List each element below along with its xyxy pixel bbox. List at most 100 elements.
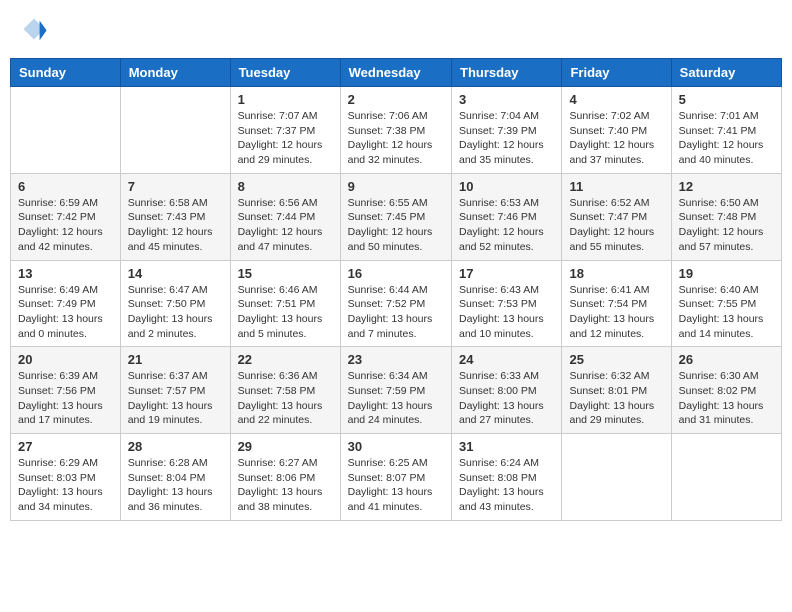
calendar-cell: 4 Sunrise: 7:02 AM Sunset: 7:40 PM Daylig… xyxy=(562,87,671,174)
day-number: 4 xyxy=(569,92,663,107)
day-info: Sunrise: 7:07 AM Sunset: 7:37 PM Dayligh… xyxy=(238,109,333,168)
calendar-cell xyxy=(562,434,671,521)
calendar-cell: 1 Sunrise: 7:07 AM Sunset: 7:37 PM Daylig… xyxy=(230,87,340,174)
day-number: 13 xyxy=(18,266,113,281)
calendar-cell: 18Sunrise: 6:41 AM Sunset: 7:54 PM Dayli… xyxy=(562,260,671,347)
weekday-header-thursday: Thursday xyxy=(452,59,562,87)
calendar-cell: 10 Sunrise: 6:53 AM Sunset: 7:46 PM Dayli… xyxy=(452,173,562,260)
day-info: Sunrise: 6:56 AM Sunset: 7:44 PM Dayligh… xyxy=(238,196,333,255)
day-number: 5 xyxy=(679,92,774,107)
day-info: Sunrise: 6:29 AM Sunset: 8:03 PM Dayligh… xyxy=(18,456,113,515)
calendar-cell: 16 Sunrise: 6:44 AM Sunset: 7:52 PM Dayli… xyxy=(340,260,451,347)
day-number: 19 xyxy=(679,266,774,281)
day-number: 28 xyxy=(128,439,223,454)
calendar-cell: 2 Sunrise: 7:06 AM Sunset: 7:38 PM Daylig… xyxy=(340,87,451,174)
weekday-header-wednesday: Wednesday xyxy=(340,59,451,87)
weekday-header-tuesday: Tuesday xyxy=(230,59,340,87)
day-info: Sunrise: 6:24 AM Sunset: 8:08 PM Dayligh… xyxy=(459,456,554,515)
day-number: 10 xyxy=(459,179,554,194)
day-number: 7 xyxy=(128,179,223,194)
day-number: 27 xyxy=(18,439,113,454)
calendar-cell: 11 Sunrise: 6:52 AM Sunset: 7:47 PM Dayli… xyxy=(562,173,671,260)
calendar-cell: 6 Sunrise: 6:59 AM Sunset: 7:42 PM Daylig… xyxy=(11,173,121,260)
day-info: Sunrise: 6:53 AM Sunset: 7:46 PM Dayligh… xyxy=(459,196,554,255)
day-number: 30 xyxy=(348,439,444,454)
calendar-cell: 15Sunrise: 6:46 AM Sunset: 7:51 PM Dayli… xyxy=(230,260,340,347)
day-number: 6 xyxy=(18,179,113,194)
day-number: 11 xyxy=(569,179,663,194)
day-number: 1 xyxy=(238,92,333,107)
calendar-cell: 23Sunrise: 6:34 AM Sunset: 7:59 PM Dayli… xyxy=(340,347,451,434)
weekday-header-saturday: Saturday xyxy=(671,59,781,87)
calendar-cell: 19 Sunrise: 6:40 AM Sunset: 7:55 PM Dayli… xyxy=(671,260,781,347)
logo-icon xyxy=(20,15,48,43)
calendar-cell: 30 Sunrise: 6:25 AM Sunset: 8:07 PM Dayli… xyxy=(340,434,451,521)
calendar-cell: 24Sunrise: 6:33 AM Sunset: 8:00 PM Dayli… xyxy=(452,347,562,434)
day-number: 20 xyxy=(18,352,113,367)
calendar-cell xyxy=(120,87,230,174)
page-header xyxy=(10,10,782,48)
calendar-cell: 25 Sunrise: 6:32 AM Sunset: 8:01 PM Dayli… xyxy=(562,347,671,434)
calendar-cell: 29 Sunrise: 6:27 AM Sunset: 8:06 PM Dayli… xyxy=(230,434,340,521)
weekday-header-friday: Friday xyxy=(562,59,671,87)
day-info: Sunrise: 6:39 AM Sunset: 7:56 PM Dayligh… xyxy=(18,369,113,428)
calendar-cell: 20 Sunrise: 6:39 AM Sunset: 7:56 PM Dayli… xyxy=(11,347,121,434)
day-info: Sunrise: 6:25 AM Sunset: 8:07 PM Dayligh… xyxy=(348,456,444,515)
day-number: 15 xyxy=(238,266,333,281)
calendar-cell: 26 Sunrise: 6:30 AM Sunset: 8:02 PM Dayli… xyxy=(671,347,781,434)
day-info: Sunrise: 6:40 AM Sunset: 7:55 PM Dayligh… xyxy=(679,283,774,342)
day-number: 26 xyxy=(679,352,774,367)
calendar-cell: 8 Sunrise: 6:56 AM Sunset: 7:44 PM Daylig… xyxy=(230,173,340,260)
day-info: Sunrise: 6:28 AM Sunset: 8:04 PM Dayligh… xyxy=(128,456,223,515)
calendar-cell: 21Sunrise: 6:37 AM Sunset: 7:57 PM Dayli… xyxy=(120,347,230,434)
day-info: Sunrise: 7:06 AM Sunset: 7:38 PM Dayligh… xyxy=(348,109,444,168)
calendar-cell: 7 Sunrise: 6:58 AM Sunset: 7:43 PM Daylig… xyxy=(120,173,230,260)
day-number: 12 xyxy=(679,179,774,194)
day-info: Sunrise: 6:36 AM Sunset: 7:58 PM Dayligh… xyxy=(238,369,333,428)
day-info: Sunrise: 6:33 AM Sunset: 8:00 PM Dayligh… xyxy=(459,369,554,428)
calendar-cell xyxy=(671,434,781,521)
weekday-header-row: SundayMondayTuesdayWednesdayThursdayFrid… xyxy=(11,59,782,87)
day-info: Sunrise: 7:04 AM Sunset: 7:39 PM Dayligh… xyxy=(459,109,554,168)
day-info: Sunrise: 6:41 AM Sunset: 7:54 PM Dayligh… xyxy=(569,283,663,342)
week-row-4: 20 Sunrise: 6:39 AM Sunset: 7:56 PM Dayli… xyxy=(11,347,782,434)
day-info: Sunrise: 6:32 AM Sunset: 8:01 PM Dayligh… xyxy=(569,369,663,428)
week-row-2: 6 Sunrise: 6:59 AM Sunset: 7:42 PM Daylig… xyxy=(11,173,782,260)
day-info: Sunrise: 7:01 AM Sunset: 7:41 PM Dayligh… xyxy=(679,109,774,168)
calendar-cell: 27 Sunrise: 6:29 AM Sunset: 8:03 PM Dayli… xyxy=(11,434,121,521)
day-number: 17 xyxy=(459,266,554,281)
weekday-header-monday: Monday xyxy=(120,59,230,87)
calendar-cell: 28 Sunrise: 6:28 AM Sunset: 8:04 PM Dayli… xyxy=(120,434,230,521)
week-row-5: 27 Sunrise: 6:29 AM Sunset: 8:03 PM Dayli… xyxy=(11,434,782,521)
day-number: 16 xyxy=(348,266,444,281)
day-info: Sunrise: 6:27 AM Sunset: 8:06 PM Dayligh… xyxy=(238,456,333,515)
day-number: 31 xyxy=(459,439,554,454)
day-number: 22 xyxy=(238,352,333,367)
day-info: Sunrise: 6:37 AM Sunset: 7:57 PM Dayligh… xyxy=(128,369,223,428)
calendar-cell xyxy=(11,87,121,174)
calendar-cell: 14Sunrise: 6:47 AM Sunset: 7:50 PM Dayli… xyxy=(120,260,230,347)
calendar-cell: 9 Sunrise: 6:55 AM Sunset: 7:45 PM Daylig… xyxy=(340,173,451,260)
day-number: 9 xyxy=(348,179,444,194)
day-number: 3 xyxy=(459,92,554,107)
day-info: Sunrise: 6:49 AM Sunset: 7:49 PM Dayligh… xyxy=(18,283,113,342)
day-info: Sunrise: 6:52 AM Sunset: 7:47 PM Dayligh… xyxy=(569,196,663,255)
day-info: Sunrise: 6:43 AM Sunset: 7:53 PM Dayligh… xyxy=(459,283,554,342)
day-info: Sunrise: 6:44 AM Sunset: 7:52 PM Dayligh… xyxy=(348,283,444,342)
weekday-header-sunday: Sunday xyxy=(11,59,121,87)
calendar-cell: 22 Sunrise: 6:36 AM Sunset: 7:58 PM Dayli… xyxy=(230,347,340,434)
day-number: 8 xyxy=(238,179,333,194)
day-info: Sunrise: 6:59 AM Sunset: 7:42 PM Dayligh… xyxy=(18,196,113,255)
day-number: 29 xyxy=(238,439,333,454)
day-info: Sunrise: 6:58 AM Sunset: 7:43 PM Dayligh… xyxy=(128,196,223,255)
day-number: 23 xyxy=(348,352,444,367)
day-info: Sunrise: 6:55 AM Sunset: 7:45 PM Dayligh… xyxy=(348,196,444,255)
logo xyxy=(20,15,52,43)
day-info: Sunrise: 6:30 AM Sunset: 8:02 PM Dayligh… xyxy=(679,369,774,428)
day-number: 2 xyxy=(348,92,444,107)
day-info: Sunrise: 7:02 AM Sunset: 7:40 PM Dayligh… xyxy=(569,109,663,168)
calendar-table: SundayMondayTuesdayWednesdayThursdayFrid… xyxy=(10,58,782,521)
week-row-3: 13 Sunrise: 6:49 AM Sunset: 7:49 PM Dayli… xyxy=(11,260,782,347)
calendar-cell: 3 Sunrise: 7:04 AM Sunset: 7:39 PM Daylig… xyxy=(452,87,562,174)
day-number: 25 xyxy=(569,352,663,367)
